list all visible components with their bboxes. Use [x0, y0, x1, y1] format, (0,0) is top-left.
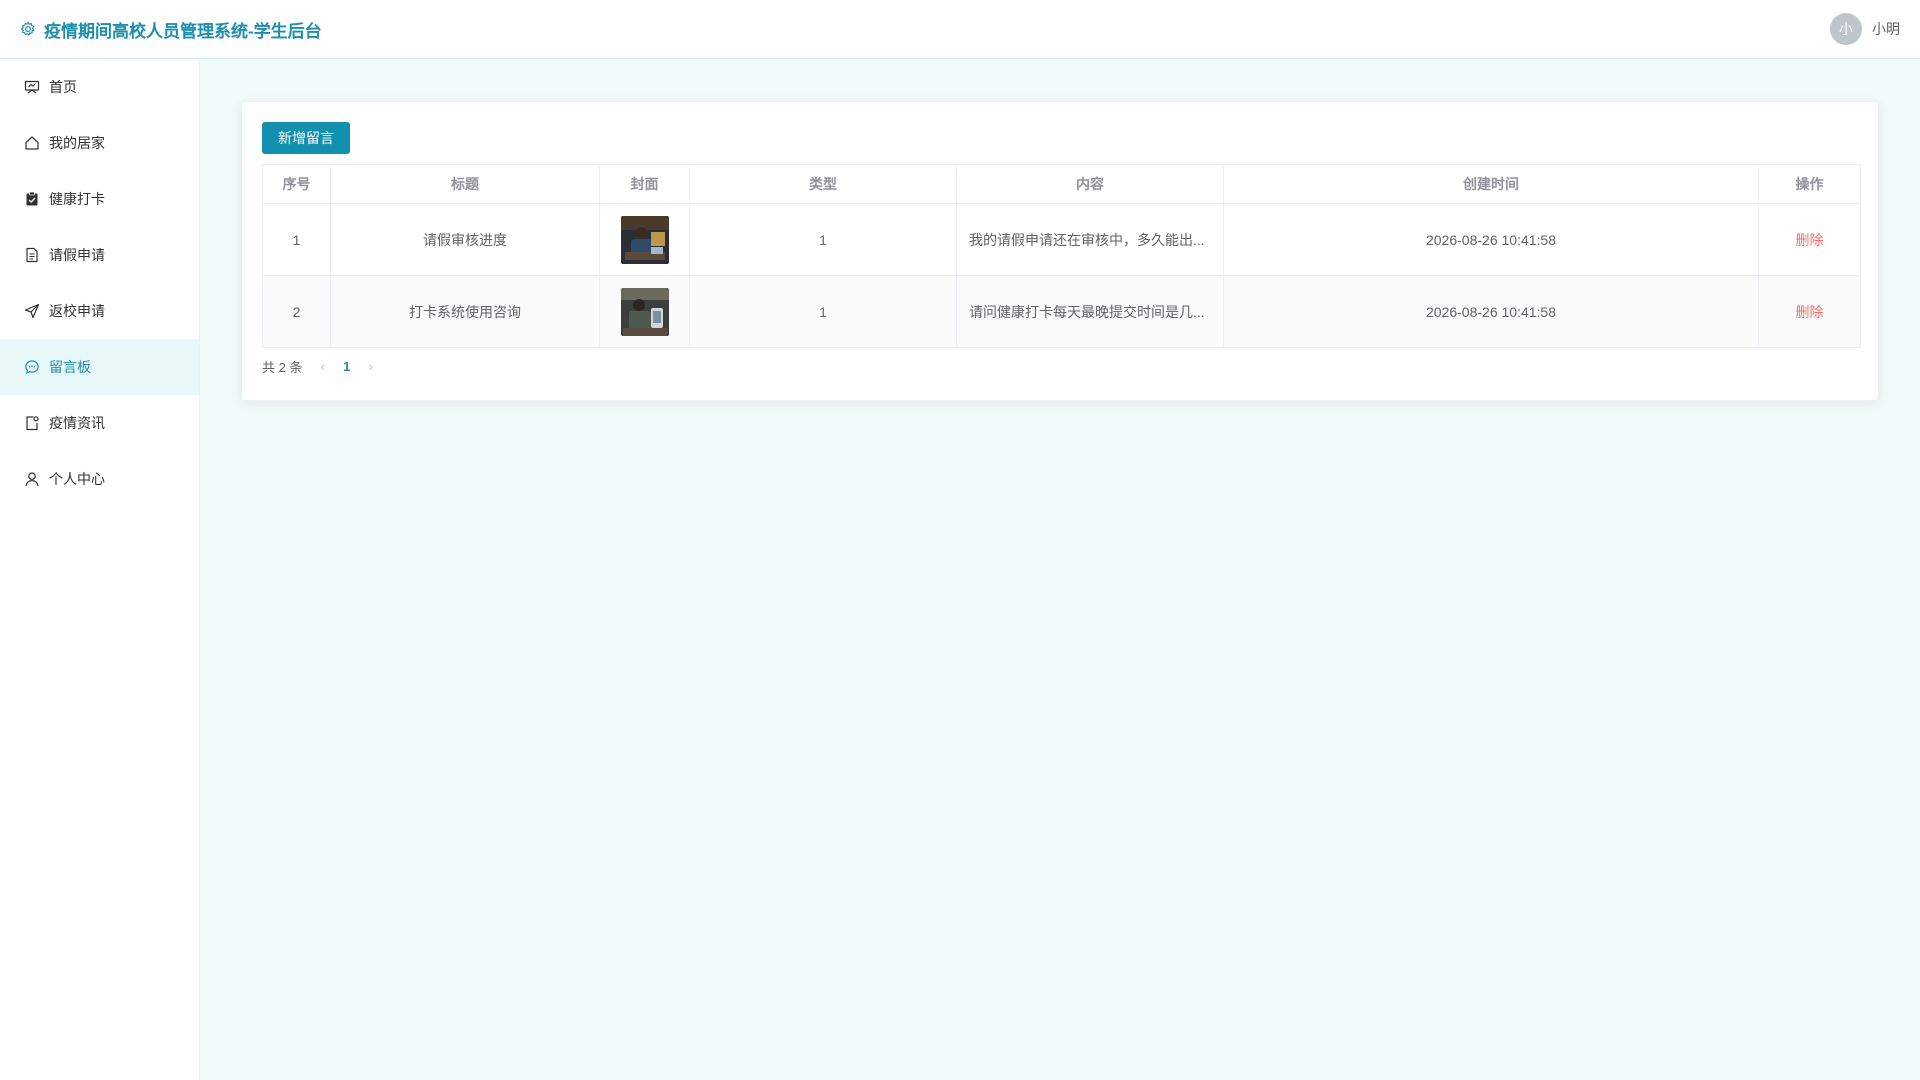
page-number-current[interactable]: 1: [343, 359, 350, 374]
sidebar-item-label: 疫情资讯: [49, 415, 105, 431]
sidebar-item-label: 返校申请: [49, 303, 105, 319]
sidebar-item-label: 留言板: [49, 359, 91, 375]
cell-content: 请问健康打卡每天最晚提交时间是几...: [956, 275, 1224, 348]
cell-index: 2: [262, 275, 331, 348]
cell-cover: [599, 203, 690, 276]
cell-created-time: 2026-08-26 10:41:58: [1223, 203, 1759, 276]
add-message-button[interactable]: 新增留言: [262, 122, 350, 154]
brand: 疫情期间高校人员管理系统-学生后台: [20, 17, 322, 42]
sidebar-item-leave-request[interactable]: 请假申请: [0, 227, 199, 283]
sidebar-item-home[interactable]: 首页: [0, 59, 199, 115]
column-header-created-time[interactable]: 创建时间: [1223, 164, 1759, 204]
user-icon: [24, 471, 40, 487]
cover-image[interactable]: [620, 287, 669, 336]
chat-icon: [24, 359, 40, 375]
delete-button[interactable]: 删除: [1796, 304, 1824, 320]
clipboard-check-icon: [24, 191, 40, 207]
sidebar-item-epidemic-news[interactable]: 疫情资讯: [0, 395, 199, 451]
cell-title: 打卡系统使用咨询: [330, 275, 600, 348]
sidebar-item-label: 我的居家: [49, 135, 105, 151]
next-page-button[interactable]: ›: [368, 358, 373, 374]
cell-type: 1: [689, 203, 957, 276]
column-header-actions[interactable]: 操作: [1758, 164, 1861, 204]
top-header: 疫情期间高校人员管理系统-学生后台 小 小明: [0, 0, 1920, 59]
send-icon: [24, 303, 40, 319]
cell-actions: 删除: [1758, 275, 1861, 348]
cell-actions: 删除: [1758, 203, 1861, 276]
table-header-row: 序号 标题 封面 类型 内容 创建时间 操作: [262, 164, 1861, 204]
pagination-total: 共 2 条: [262, 359, 303, 375]
cell-content: 我的请假申请还在审核中，多久能出...: [956, 203, 1224, 276]
message-table: 序号 标题 封面 类型 内容 创建时间 操作 1 请假审核进度 1 我的请假申请…: [262, 164, 1861, 348]
house-icon: [24, 135, 40, 151]
prev-page-button[interactable]: ‹: [320, 358, 325, 374]
cover-image[interactable]: [620, 215, 669, 264]
user-name[interactable]: 小明: [1872, 19, 1900, 39]
sidebar-item-label: 请假申请: [49, 247, 105, 263]
app-title: 疫情期间高校人员管理系统-学生后台: [44, 21, 322, 41]
cell-title: 请假审核进度: [330, 203, 600, 276]
monitor-icon: [24, 79, 40, 95]
cell-cover: [599, 275, 690, 348]
pagination: 共 2 条 ‹ 1 ›: [262, 356, 1858, 376]
sidebar-item-message-board[interactable]: 留言板: [0, 339, 199, 395]
column-header-type[interactable]: 类型: [689, 164, 957, 204]
column-header-title[interactable]: 标题: [330, 164, 600, 204]
user-menu[interactable]: 小 小明: [1830, 13, 1900, 45]
cell-type: 1: [689, 275, 957, 348]
document-icon: [24, 247, 40, 263]
column-header-content[interactable]: 内容: [956, 164, 1224, 204]
sidebar: 首页 我的居家 健康打卡 请假申请 返校申请 留言板 疫情资讯 个人中心: [0, 59, 200, 1080]
sidebar-item-label: 首页: [49, 79, 77, 95]
sidebar-item-personal-center[interactable]: 个人中心: [0, 451, 199, 507]
cell-created-time: 2026-08-26 10:41:58: [1223, 275, 1759, 348]
sidebar-item-label: 个人中心: [49, 471, 105, 487]
table-row[interactable]: 2 打卡系统使用咨询 1 请问健康打卡每天最晚提交时间是几... 2026-08…: [262, 275, 1861, 348]
gear-icon: [20, 21, 36, 37]
news-icon: [24, 415, 40, 431]
sidebar-item-return-request[interactable]: 返校申请: [0, 283, 199, 339]
sidebar-item-label: 健康打卡: [49, 191, 105, 207]
sidebar-item-health-checkin[interactable]: 健康打卡: [0, 171, 199, 227]
cell-index: 1: [262, 203, 331, 276]
avatar[interactable]: 小: [1830, 13, 1862, 45]
delete-button[interactable]: 删除: [1796, 232, 1824, 248]
column-header-cover[interactable]: 封面: [599, 164, 690, 204]
sidebar-item-my-home[interactable]: 我的居家: [0, 115, 199, 171]
message-list-card: 新增留言 序号 标题 封面 类型 内容 创建时间 操作 1 请假审核进度 1 我…: [241, 101, 1879, 401]
column-header-index[interactable]: 序号: [262, 164, 331, 204]
table-row[interactable]: 1 请假审核进度 1 我的请假申请还在审核中，多久能出... 2026-08-2…: [262, 203, 1861, 276]
